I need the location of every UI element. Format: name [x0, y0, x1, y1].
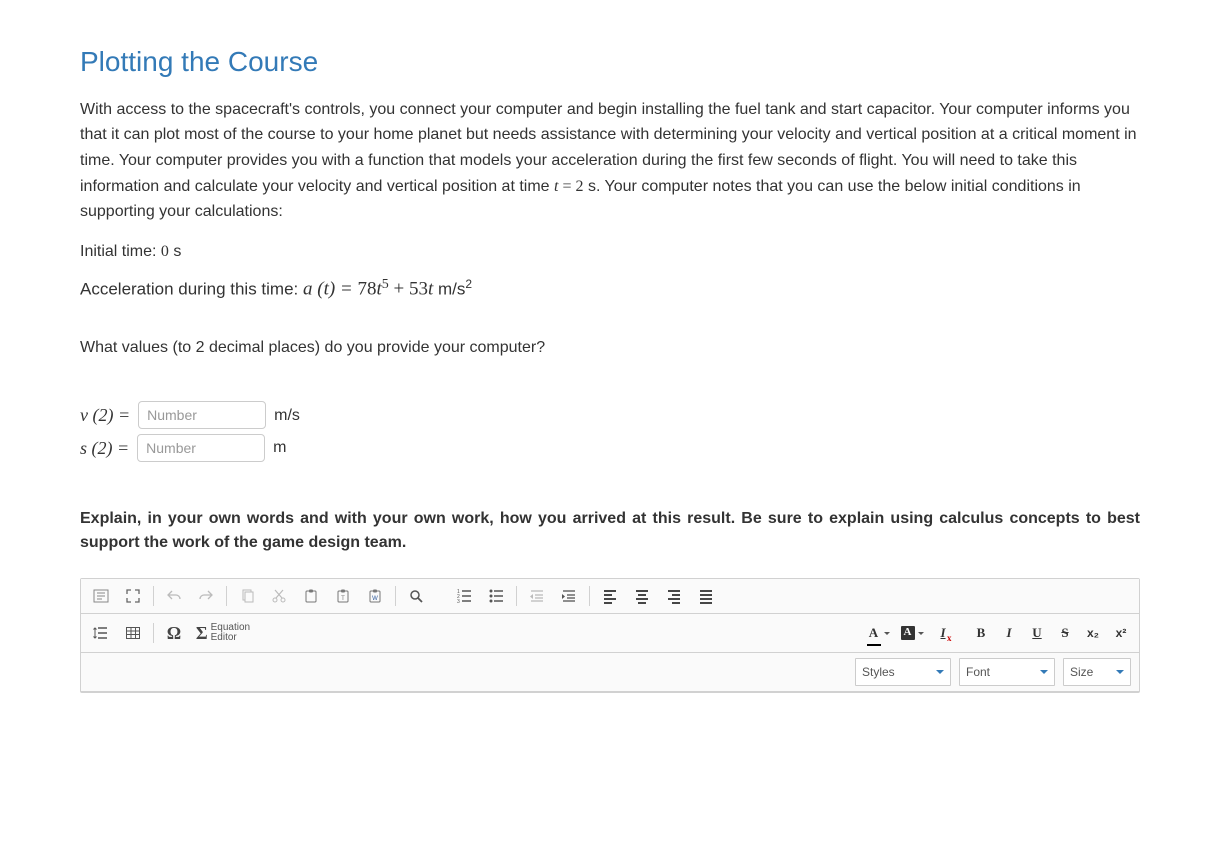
cut-icon[interactable] — [263, 584, 295, 608]
math-val-2: 2 — [576, 178, 584, 195]
size-dropdown[interactable]: Size — [1063, 658, 1131, 686]
toolbar-separator — [226, 586, 227, 606]
caret-down-icon — [884, 632, 890, 635]
accel-c2: 53 — [409, 279, 428, 300]
paste-icon[interactable] — [295, 584, 327, 608]
position-answer-row: s (2) = m — [80, 434, 1140, 463]
line-height-icon[interactable] — [85, 621, 117, 645]
italic-button[interactable]: I — [996, 620, 1022, 646]
strikethrough-button[interactable]: S — [1052, 620, 1078, 646]
toolbar-row-3: Styles Font Size — [81, 653, 1139, 692]
styles-dropdown[interactable]: Styles — [855, 658, 951, 686]
accel-label: Acceleration during this time: — [80, 280, 303, 299]
explain-prompt: Explain, in your own words and with your… — [80, 507, 1140, 557]
initial-time-line: Initial time: 0 s — [80, 239, 1140, 265]
maximize-icon[interactable] — [117, 584, 149, 608]
bulleted-list-icon[interactable] — [480, 584, 512, 608]
initial-time-value: 0 — [161, 243, 169, 260]
accel-exp-5: 5 — [382, 277, 389, 292]
question-text: What values (to 2 decimal places) do you… — [80, 335, 1140, 361]
redo-icon[interactable] — [190, 584, 222, 608]
toolbar-row-1: T W 123 — [81, 579, 1139, 614]
caret-down-icon — [936, 670, 944, 674]
accel-plus: + — [389, 279, 409, 300]
svg-text:3: 3 — [457, 599, 460, 604]
acceleration-line: Acceleration during this time: a (t) = 7… — [80, 274, 1140, 305]
toolbar-separator — [153, 623, 154, 643]
velocity-input[interactable] — [138, 401, 266, 429]
find-icon[interactable] — [400, 584, 432, 608]
s-lhs: s (2) = — [80, 438, 129, 458]
superscript-button[interactable]: x² — [1108, 620, 1134, 646]
initial-time-unit: s — [169, 243, 181, 260]
subscript-button[interactable]: x₂ — [1080, 620, 1106, 646]
styles-dropdown-label: Styles — [862, 663, 895, 682]
caret-down-icon — [1116, 670, 1124, 674]
svg-text:T: T — [341, 596, 345, 602]
position-unit: m — [273, 435, 286, 461]
font-dropdown-label: Font — [966, 663, 990, 682]
source-icon[interactable] — [85, 584, 117, 608]
special-char-icon[interactable]: Ω — [158, 621, 190, 645]
accel-c1: 78 — [358, 279, 377, 300]
outdent-icon[interactable] — [521, 584, 553, 608]
accel-unit-exp: 2 — [465, 277, 472, 291]
undo-icon[interactable] — [158, 584, 190, 608]
underline-button[interactable]: U — [1024, 620, 1050, 646]
svg-text:W: W — [372, 596, 378, 602]
math-eq: = — [558, 178, 575, 195]
align-right-icon[interactable] — [658, 584, 690, 608]
v-lhs: v (2) = — [80, 405, 130, 425]
caret-down-icon — [1040, 670, 1048, 674]
accel-unit: m/s — [433, 280, 465, 299]
toolbar-separator — [153, 586, 154, 606]
indent-icon[interactable] — [553, 584, 585, 608]
text-color-button[interactable]: A — [862, 620, 894, 646]
toolbar-separator — [589, 586, 590, 606]
numbered-list-icon[interactable]: 123 — [448, 584, 480, 608]
paste-text-icon[interactable]: T — [327, 584, 359, 608]
font-dropdown[interactable]: Font — [959, 658, 1055, 686]
background-color-button[interactable]: A — [896, 620, 928, 646]
position-input[interactable] — [137, 434, 265, 462]
rich-text-editor: T W 123 — [80, 578, 1140, 693]
bold-button[interactable]: B — [968, 620, 994, 646]
intro-paragraph: With access to the spacecraft's controls… — [80, 97, 1140, 225]
toolbar-separator — [516, 586, 517, 606]
toolbar-separator — [395, 586, 396, 606]
table-icon[interactable] — [117, 621, 149, 645]
toolbar-row-2: Ω Σ EquationEditor A A — [81, 614, 1139, 653]
initial-time-label: Initial time: — [80, 243, 161, 260]
equation-editor-button[interactable]: Σ EquationEditor — [190, 621, 256, 645]
copy-icon[interactable] — [231, 584, 263, 608]
align-center-icon[interactable] — [626, 584, 658, 608]
align-justify-icon[interactable] — [690, 584, 722, 608]
section-title: Plotting the Course — [80, 40, 1140, 85]
sigma-icon: Σ — [196, 619, 208, 648]
caret-down-icon — [918, 632, 924, 635]
align-left-icon[interactable] — [594, 584, 626, 608]
size-dropdown-label: Size — [1070, 663, 1093, 682]
equation-editor-label: EquationEditor — [211, 623, 250, 644]
velocity-answer-row: v (2) = m/s — [80, 401, 1140, 430]
accel-lhs: a (t) = — [303, 279, 358, 300]
velocity-unit: m/s — [274, 403, 300, 429]
remove-format-icon[interactable]: Ix — [930, 620, 956, 646]
paste-word-icon[interactable]: W — [359, 584, 391, 608]
